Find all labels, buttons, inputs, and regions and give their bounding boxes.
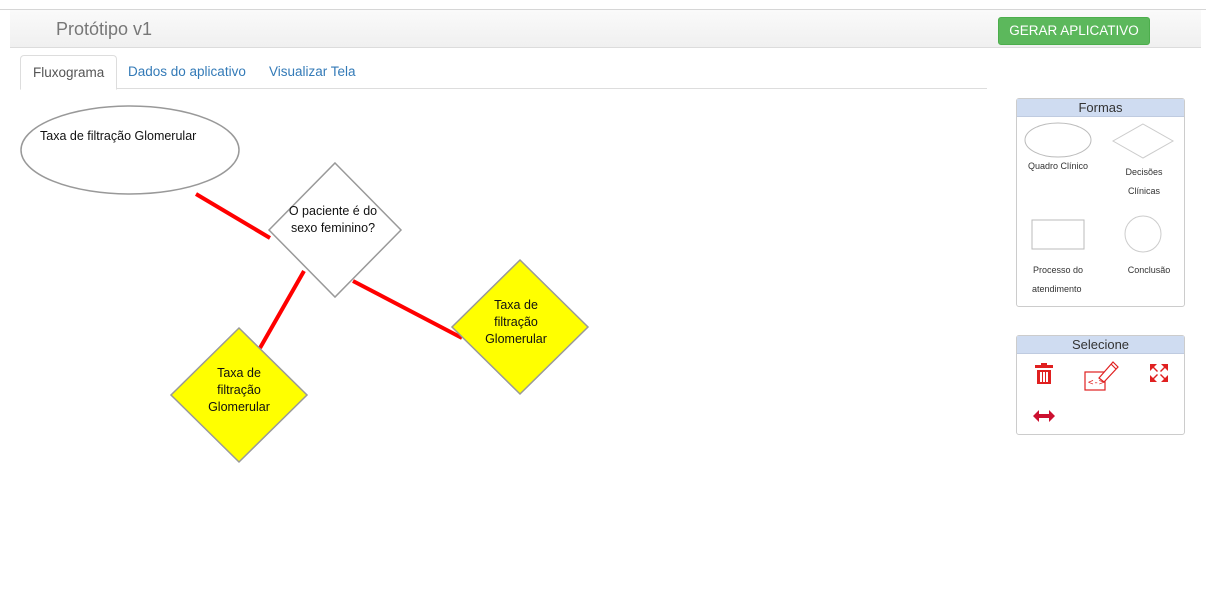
edit-code-icon[interactable]: <-> xyxy=(1083,358,1121,399)
tab-fluxograma[interactable]: Fluxograma xyxy=(20,55,118,90)
ellipse-shape-icon[interactable] xyxy=(1024,122,1092,158)
decision-node-label: O paciente é do sexo feminino? xyxy=(268,203,398,237)
generate-app-button[interactable]: GERAR APLICATIVO xyxy=(998,17,1150,45)
app-title: Protótipo v1 xyxy=(56,19,153,39)
flowchart-canvas[interactable]: Taxa de filtração Glomerular O paciente … xyxy=(0,90,1000,606)
shape-label-decisoes-clinicas: Decisões Clínicas xyxy=(1110,163,1178,201)
decisoes-line-2: Clínicas xyxy=(1127,186,1160,196)
circle-shape-icon[interactable] xyxy=(1124,215,1162,253)
resize-horizontal-icon[interactable] xyxy=(1032,408,1056,429)
diamond-shape-icon[interactable] xyxy=(1111,123,1175,159)
shape-label-conclusao: Conclusão xyxy=(1127,265,1171,275)
conclusion-left-label: Taxa de filtração Glomerular xyxy=(189,365,289,416)
connector-decision-right[interactable] xyxy=(352,279,463,340)
decision-line-1: O paciente é do xyxy=(288,204,378,218)
shapes-panel-title: Formas xyxy=(1017,99,1184,117)
tab-dados-do-aplicativo[interactable]: Dados do aplicativo xyxy=(116,55,258,89)
navbar: Protótipo v1 GERAR APLICATIVO xyxy=(10,10,1201,48)
conclusion-right-line-1: Taxa de xyxy=(494,298,538,312)
shapes-panel: Formas Quadro Clínico Decisões Clínicas … xyxy=(1016,98,1185,307)
start-node-label: Taxa de filtração Glomerular xyxy=(40,129,197,143)
expand-icon[interactable] xyxy=(1149,363,1169,388)
tab-bar: Fluxograma Dados do aplicativo Visualiza… xyxy=(20,55,987,90)
flowchart-svg xyxy=(20,105,590,464)
conclusion-right-line-3: Glomerular xyxy=(485,332,547,346)
trash-icon[interactable] xyxy=(1033,363,1055,390)
decisoes-line-1: Decisões xyxy=(1125,167,1163,177)
conclusion-left-line-2: filtração xyxy=(217,383,261,397)
conclusion-left-line-3: Glomerular xyxy=(208,400,270,414)
select-panel-title: Selecione xyxy=(1017,336,1184,354)
decision-line-2: sexo feminino? xyxy=(290,221,376,235)
conclusion-right-label: Taxa de filtração Glomerular xyxy=(466,297,566,348)
connector-start-decision[interactable] xyxy=(194,192,272,240)
processo-line-1: Processo do xyxy=(1032,265,1084,275)
tab-visualizar-tela[interactable]: Visualizar Tela xyxy=(257,55,368,89)
rectangle-shape-icon[interactable] xyxy=(1031,219,1085,250)
processo-line-2: atendimento xyxy=(1032,284,1082,294)
start-node-ellipse[interactable] xyxy=(20,105,240,195)
select-panel: Selecione <-> xyxy=(1016,335,1185,435)
connector-decision-left[interactable] xyxy=(258,270,306,349)
conclusion-right-line-2: filtração xyxy=(494,315,538,329)
shape-label-processo: Processo do atendimento xyxy=(1023,261,1093,299)
shape-label-quadro-clinico: Quadro Clínico xyxy=(1027,161,1089,171)
conclusion-left-line-1: Taxa de xyxy=(217,366,261,380)
